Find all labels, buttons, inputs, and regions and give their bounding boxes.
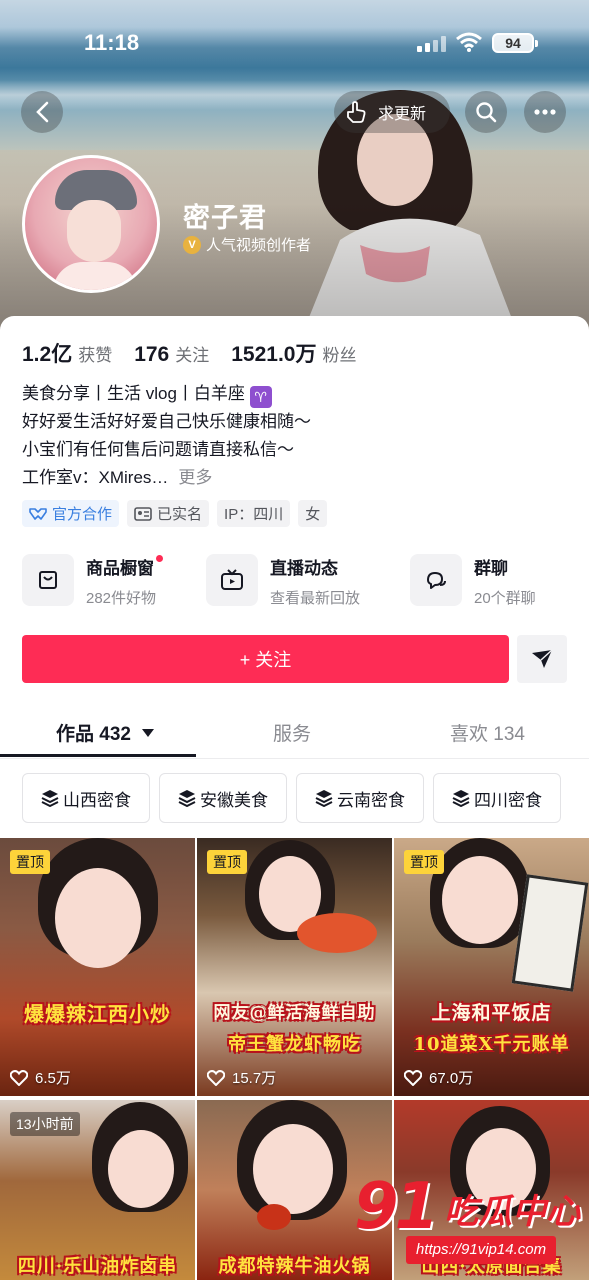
- active-tab-indicator: [0, 754, 196, 757]
- stat-followers[interactable]: 1521.0万 粉丝: [231, 338, 356, 368]
- wifi-icon: [456, 32, 482, 52]
- layers-icon: [178, 789, 196, 807]
- bio-line-4: 工作室v：XMires… 更多: [22, 468, 213, 487]
- bio-line-3: 小宝们有任何售后问题请直接私信～: [22, 440, 294, 459]
- profile-nickname: 密子君: [183, 203, 267, 233]
- chip-collection[interactable]: 山西密食: [22, 773, 150, 823]
- tag-gender: 女: [298, 500, 328, 527]
- tab-service[interactable]: 服务: [273, 719, 311, 746]
- status-time: 11:18: [84, 30, 140, 55]
- video-headline: 四川·乐山油炸卤串: [17, 1256, 178, 1277]
- pinned-badge: 置顶: [10, 850, 50, 874]
- chevron-left-icon: [36, 101, 49, 123]
- content-tabs: 作品 432 服务 喜欢 134: [0, 711, 589, 759]
- bio-line-1: 美食分享丨生活 vlog丨白羊座 ♈: [22, 380, 311, 408]
- tag-ip-location: IP：四川: [217, 500, 291, 527]
- video-card[interactable]: 13小时前 四川·乐山油炸卤串: [0, 1100, 195, 1280]
- video-likes: 15.7万: [207, 1067, 276, 1088]
- tv-icon: [221, 569, 243, 590]
- layers-icon: [452, 789, 470, 807]
- heart-outline-icon: [207, 1069, 225, 1086]
- video-headline: 上海和平饭店: [431, 1002, 552, 1024]
- profile-tags: 官方合作 已实名 IP：四川 女: [22, 500, 335, 527]
- video-card[interactable]: 置顶 上海和平饭店 10道菜X千元账单 67.0万: [394, 838, 589, 1096]
- layers-icon: [315, 789, 333, 807]
- bio-line-2: 好好爱生活好好爱自己快乐健康相随～: [22, 412, 311, 431]
- creator-verification: V 人气视频创作者: [183, 234, 311, 255]
- service-group-chat[interactable]: 群聊 20个群聊: [410, 554, 536, 610]
- layers-icon: [41, 789, 59, 807]
- stat-likes[interactable]: 1.2亿 获赞: [22, 338, 112, 368]
- video-subheadline: 帝王蟹龙虾畅吃: [228, 1034, 361, 1055]
- notification-dot: [156, 555, 163, 562]
- pinned-badge: 置顶: [207, 850, 247, 874]
- status-bar: 11:18 94: [0, 0, 589, 88]
- battery-indicator: 94: [492, 33, 538, 53]
- avatar[interactable]: [22, 155, 160, 293]
- site-watermark-logo: 91 吃瓜中心 https://91vip14.com: [350, 1168, 589, 1280]
- tag-real-name: 已实名: [127, 500, 210, 527]
- profile-bio: 美食分享丨生活 vlog丨白羊座 ♈ 好好爱生活好好爱自己快乐健康相随～ 小宝们…: [22, 380, 311, 492]
- request-update-button[interactable]: 求更新: [334, 91, 450, 133]
- hand-point-icon: [347, 101, 366, 123]
- heart-outline-icon: [10, 1069, 28, 1086]
- back-button[interactable]: [21, 91, 63, 133]
- stat-following[interactable]: 176 关注: [134, 341, 209, 367]
- profile-sheet: 1.2亿 获赞 176 关注 1521.0万 粉丝 美食分享丨生活 vlog丨白…: [0, 316, 589, 1280]
- handshake-icon: [29, 506, 47, 522]
- profile-stats: 1.2亿 获赞 176 关注 1521.0万 粉丝: [22, 338, 378, 368]
- profile-services: 商品橱窗 282件好物 直播动态 查看最新回放 群聊 20个群聊: [22, 554, 567, 610]
- request-update-label: 求更新: [378, 106, 427, 123]
- tag-official-cooperation[interactable]: 官方合作: [22, 500, 120, 527]
- video-card[interactable]: 置顶 爆爆辣江西小炒 6.5万: [0, 838, 195, 1096]
- id-card-icon: [134, 506, 152, 521]
- video-headline: 爆爆辣江西小炒: [24, 1002, 171, 1026]
- service-live-updates[interactable]: 直播动态 查看最新回放: [206, 554, 360, 610]
- video-card[interactable]: 置顶 网友@鲜活海鲜自助 帝王蟹龙虾畅吃 15.7万: [197, 838, 392, 1096]
- video-headline: 网友@鲜活海鲜自助: [213, 1003, 376, 1023]
- more-dots-icon: [534, 109, 556, 115]
- chat-bubble-icon: [427, 572, 446, 589]
- caret-down-icon: [142, 729, 155, 737]
- search-icon: [476, 102, 497, 123]
- search-button[interactable]: [465, 91, 507, 133]
- collection-chips: 山西密食 安徽美食 云南密食 四川密食: [22, 773, 589, 823]
- bio-more-link[interactable]: 更多: [178, 468, 212, 487]
- share-button[interactable]: [517, 635, 567, 683]
- chip-collection[interactable]: 四川密食: [433, 773, 561, 823]
- chip-collection[interactable]: 安徽美食: [159, 773, 287, 823]
- video-subheadline: 10道菜X千元账单: [413, 1034, 570, 1055]
- chip-collection[interactable]: 云南密食: [296, 773, 424, 823]
- cellular-signal-icon: [417, 36, 446, 52]
- follow-button[interactable]: + 关注: [22, 635, 509, 683]
- shop-bag-icon: [39, 571, 57, 589]
- aries-icon: ♈: [249, 386, 272, 408]
- service-shop-window[interactable]: 商品橱窗 282件好物: [22, 554, 163, 610]
- heart-outline-icon: [404, 1069, 422, 1086]
- tab-works[interactable]: 作品 432: [56, 719, 155, 746]
- more-options-button[interactable]: [524, 91, 566, 133]
- time-ago-badge: 13小时前: [10, 1112, 80, 1136]
- video-likes: 67.0万: [404, 1067, 473, 1088]
- verified-badge-icon: V: [183, 235, 201, 254]
- pinned-badge: 置顶: [404, 850, 444, 874]
- tab-liked[interactable]: 喜欢 134: [450, 719, 525, 746]
- paper-plane-icon: [532, 649, 553, 668]
- video-likes: 6.5万: [10, 1067, 71, 1088]
- creator-title: 人气视频创作者: [206, 237, 312, 254]
